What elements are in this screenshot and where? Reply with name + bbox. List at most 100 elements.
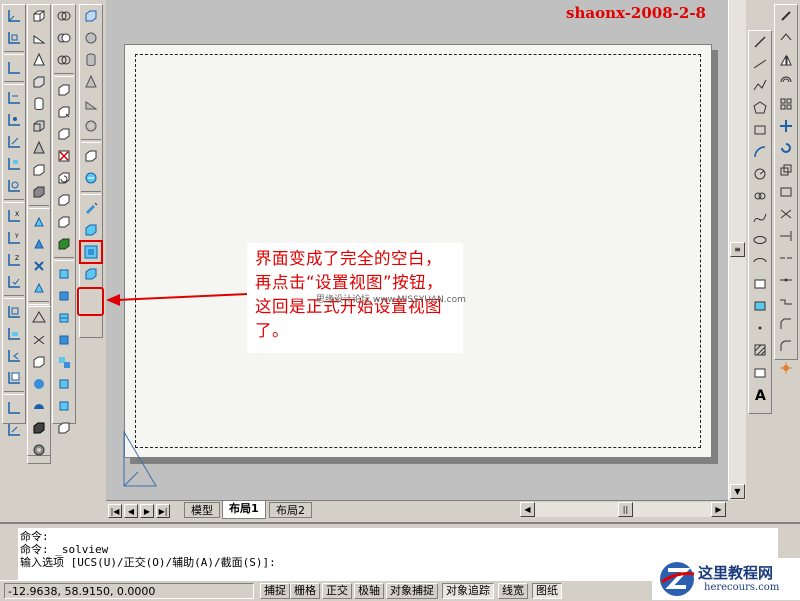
color-edges-icon[interactable] bbox=[53, 285, 75, 307]
ucs-manager-icon[interactable] bbox=[3, 367, 25, 389]
fillet-icon[interactable] bbox=[775, 335, 797, 357]
trim-icon[interactable] bbox=[775, 203, 797, 225]
extrude-icon[interactable] bbox=[28, 211, 50, 233]
rectangle-face-icon[interactable] bbox=[28, 307, 50, 329]
tab-model[interactable]: 模型 bbox=[184, 502, 220, 518]
ortho-toggle[interactable]: 正交 bbox=[322, 583, 352, 599]
pyramid-icon[interactable] bbox=[28, 137, 50, 159]
arc-icon[interactable] bbox=[749, 141, 771, 163]
region-icon[interactable] bbox=[749, 361, 771, 383]
intersect-rings-icon[interactable] bbox=[53, 49, 75, 71]
cone-solid-icon[interactable] bbox=[80, 71, 102, 93]
construction-line-icon[interactable] bbox=[749, 53, 771, 75]
copy-icon[interactable] bbox=[775, 27, 797, 49]
torus-ring-icon[interactable] bbox=[80, 115, 102, 137]
break-icon[interactable] bbox=[775, 247, 797, 269]
chamfer-icon[interactable] bbox=[775, 313, 797, 335]
cone-icon[interactable] bbox=[28, 49, 50, 71]
circle-icon[interactable] bbox=[749, 163, 771, 185]
osnap-toggle[interactable]: 对象捕捉 bbox=[386, 583, 438, 599]
box-solid-icon[interactable] bbox=[80, 5, 102, 27]
ucs-world-icon[interactable] bbox=[3, 27, 25, 49]
array-icon[interactable] bbox=[775, 93, 797, 115]
ucs-face-icon[interactable] bbox=[3, 153, 25, 175]
spline-icon[interactable] bbox=[749, 207, 771, 229]
erase-icon[interactable] bbox=[775, 5, 797, 27]
stretch-icon[interactable] bbox=[775, 181, 797, 203]
ucs-apply-icon[interactable] bbox=[3, 271, 25, 293]
delete-faces-icon[interactable] bbox=[53, 145, 75, 167]
revolve-icon[interactable] bbox=[28, 233, 50, 255]
scroll-left-button[interactable]: ◀ bbox=[520, 502, 535, 517]
cube-icon[interactable] bbox=[28, 71, 50, 93]
union-rings-icon[interactable] bbox=[53, 5, 75, 27]
wedge-solid-icon[interactable] bbox=[80, 93, 102, 115]
rotate-faces-icon[interactable] bbox=[53, 167, 75, 189]
polygon-icon[interactable] bbox=[749, 97, 771, 119]
polyline-icon[interactable] bbox=[749, 75, 771, 97]
horizontal-scrollbar[interactable]: ◀ || ▶ bbox=[520, 502, 726, 517]
setup-view-icon[interactable] bbox=[79, 240, 103, 264]
ucs-x-icon[interactable]: X bbox=[3, 205, 25, 227]
setup-profile2-icon[interactable] bbox=[80, 263, 102, 285]
rectangle-icon[interactable] bbox=[749, 119, 771, 141]
subtract-icon[interactable] bbox=[28, 181, 50, 203]
slice-icon[interactable] bbox=[28, 255, 50, 277]
join-icon[interactable] bbox=[775, 291, 797, 313]
copy-faces-icon[interactable] bbox=[53, 211, 75, 233]
extrude-faces-icon[interactable] bbox=[53, 79, 75, 101]
break-at-point-icon[interactable] bbox=[775, 269, 797, 291]
ucs-named-icon[interactable] bbox=[3, 301, 25, 323]
tab-layout2[interactable]: 布局2 bbox=[269, 502, 312, 518]
insert-block-icon[interactable] bbox=[749, 273, 771, 295]
torus-solid-icon[interactable] bbox=[28, 439, 50, 461]
paper-model-toggle[interactable]: 图纸 bbox=[532, 583, 562, 599]
offset-faces-icon[interactable] bbox=[53, 123, 75, 145]
ucs2-icon[interactable] bbox=[3, 397, 25, 419]
first-tab-button[interactable]: |◀ bbox=[108, 504, 122, 518]
extend-icon[interactable] bbox=[775, 225, 797, 247]
box-outline-icon[interactable] bbox=[28, 351, 50, 373]
scroll-down-button[interactable]: ▼ bbox=[730, 484, 745, 499]
cylinder-icon[interactable] bbox=[28, 93, 50, 115]
rotate-icon[interactable] bbox=[775, 137, 797, 159]
ucs-preset-icon[interactable] bbox=[3, 323, 25, 345]
sphere-icon[interactable] bbox=[28, 373, 50, 395]
scroll-thumb[interactable]: ≡ bbox=[730, 242, 745, 257]
multiline-text-icon[interactable]: A bbox=[749, 383, 771, 405]
line-icon[interactable] bbox=[749, 31, 771, 53]
ucs-zaxis-icon[interactable] bbox=[3, 87, 25, 109]
lineweight-toggle[interactable]: 线宽 bbox=[498, 583, 528, 599]
otrack-toggle[interactable]: 对象追踪 bbox=[442, 583, 494, 599]
ellipse-arc-icon[interactable] bbox=[749, 251, 771, 273]
tab-layout1[interactable]: 布局1 bbox=[222, 501, 266, 519]
view-orbit-icon[interactable] bbox=[80, 167, 102, 189]
sphere-solid-icon[interactable] bbox=[80, 27, 102, 49]
imprint-icon[interactable] bbox=[53, 307, 75, 329]
snap-toggle[interactable]: 捕捉 bbox=[260, 583, 290, 599]
move-icon[interactable] bbox=[775, 115, 797, 137]
subtract-rings-icon[interactable] bbox=[53, 27, 75, 49]
cylinder-solid-icon[interactable] bbox=[80, 49, 102, 71]
ucs-3point-icon[interactable] bbox=[3, 109, 25, 131]
grid-toggle[interactable]: 栅格 bbox=[290, 583, 320, 599]
ucs-y-icon[interactable]: Y bbox=[3, 227, 25, 249]
ellipse-icon[interactable] bbox=[749, 229, 771, 251]
shell-faces-icon[interactable] bbox=[53, 373, 75, 395]
ucs-previous-icon[interactable] bbox=[3, 345, 25, 367]
setup-profile-icon[interactable] bbox=[80, 219, 102, 241]
separate-icon[interactable] bbox=[53, 351, 75, 373]
extrude-edges-icon[interactable] bbox=[53, 417, 75, 439]
scroll-right-button[interactable]: ▶ bbox=[711, 502, 726, 517]
hscroll-thumb[interactable]: || bbox=[618, 502, 633, 517]
next-tab-button[interactable]: ▶ bbox=[140, 504, 154, 518]
taper-faces-icon[interactable] bbox=[53, 189, 75, 211]
color-faces-icon[interactable] bbox=[53, 233, 75, 255]
dome-icon[interactable] bbox=[28, 395, 50, 417]
move-faces-icon[interactable] bbox=[53, 101, 75, 123]
ucs-icon[interactable] bbox=[3, 5, 25, 27]
ucs2-world-icon[interactable] bbox=[3, 419, 25, 441]
ucs-origin-icon[interactable] bbox=[3, 57, 25, 79]
explode-icon[interactable] bbox=[775, 357, 797, 379]
make-block-icon[interactable] bbox=[749, 295, 771, 317]
